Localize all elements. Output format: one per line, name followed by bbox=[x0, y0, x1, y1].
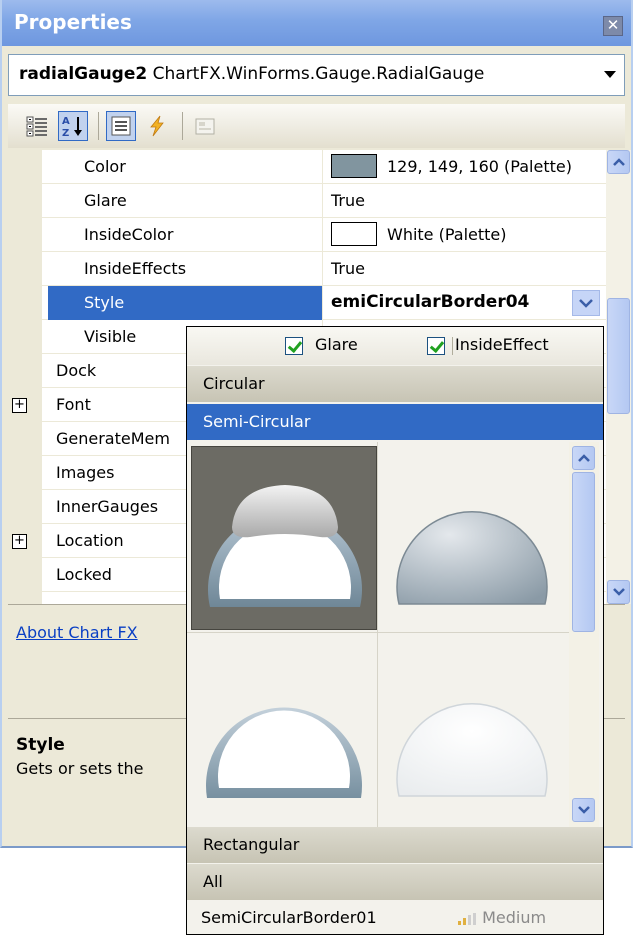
style-gallery bbox=[187, 442, 603, 827]
expand-plus-icon[interactable]: + bbox=[12, 398, 27, 413]
dropdown-chevron-icon[interactable] bbox=[572, 290, 600, 316]
title-bar: Properties ✕ bbox=[2, 0, 631, 46]
object-selector[interactable]: radialGauge2 ChartFX.WinForms.Gauge.Radi… bbox=[8, 54, 625, 96]
gallery-item-plain-white[interactable] bbox=[379, 634, 565, 818]
object-type: ChartFX.WinForms.Gauge.RadialGauge bbox=[152, 64, 485, 84]
property-row-style[interactable]: Style emiCircularBorder04 bbox=[8, 286, 606, 320]
chevron-down-icon[interactable] bbox=[604, 71, 616, 78]
categorized-icon[interactable] bbox=[22, 111, 52, 141]
alphabetical-icon[interactable]: A Z bbox=[58, 111, 88, 141]
category-all[interactable]: All bbox=[187, 864, 603, 900]
svg-text:Z: Z bbox=[62, 128, 69, 138]
property-name: Color bbox=[84, 157, 126, 176]
property-value[interactable]: 129, 149, 160 (Palette) bbox=[322, 150, 606, 184]
gallery-divider bbox=[187, 632, 569, 633]
properties-icon[interactable] bbox=[106, 111, 136, 141]
property-pages-icon[interactable] bbox=[190, 111, 220, 141]
expand-plus-icon[interactable]: + bbox=[12, 534, 27, 549]
category-circular[interactable]: Circular bbox=[187, 366, 603, 402]
selected-item-name: SemiCircularBorder01 bbox=[201, 908, 377, 927]
gallery-item-gray-dome[interactable] bbox=[379, 446, 565, 630]
category-rectangular[interactable]: Rectangular bbox=[187, 827, 603, 863]
options-bar: Glare InsideEffect bbox=[187, 327, 603, 365]
property-name: Glare bbox=[84, 191, 127, 210]
gallery-item-ring-white[interactable] bbox=[191, 634, 377, 818]
insideeffect-checkbox[interactable] bbox=[427, 337, 445, 355]
property-name: InsideEffects bbox=[84, 259, 187, 278]
scroll-down-icon[interactable] bbox=[607, 580, 630, 604]
property-name: InsideColor bbox=[84, 225, 174, 244]
window-title: Properties bbox=[14, 10, 132, 34]
grid-scrollbar[interactable] bbox=[606, 150, 631, 604]
toolbar-separator bbox=[98, 112, 99, 140]
scroll-down-icon[interactable] bbox=[572, 798, 595, 822]
svg-text:A: A bbox=[62, 116, 70, 127]
color-swatch bbox=[331, 154, 377, 178]
about-chartfx-link[interactable]: About Chart FX bbox=[16, 623, 138, 642]
gallery-item-dark-glare[interactable] bbox=[191, 446, 377, 630]
glare-checkbox[interactable] bbox=[285, 337, 303, 355]
scroll-up-icon[interactable] bbox=[572, 446, 595, 470]
style-dropdown[interactable]: Glare InsideEffect Circular Semi-Circula… bbox=[186, 326, 604, 935]
color-swatch bbox=[331, 222, 377, 246]
signal-bars-icon bbox=[458, 912, 476, 925]
gallery-scrollbar[interactable] bbox=[569, 442, 599, 827]
scroll-thumb[interactable] bbox=[607, 298, 630, 414]
property-value[interactable]: True bbox=[322, 252, 606, 286]
glare-label: Glare bbox=[315, 335, 358, 354]
property-value[interactable]: True bbox=[322, 184, 606, 218]
gallery-divider bbox=[377, 442, 378, 827]
close-icon[interactable]: ✕ bbox=[603, 16, 623, 36]
property-value[interactable]: White (Palette) bbox=[322, 218, 606, 252]
property-row-color[interactable]: Color 129, 149, 160 (Palette) bbox=[8, 150, 606, 184]
level-text: Medium bbox=[482, 908, 547, 927]
toolbar-separator bbox=[182, 112, 183, 140]
property-value[interactable]: emiCircularBorder04 bbox=[322, 286, 606, 320]
style-value-text: emiCircularBorder04 bbox=[331, 292, 530, 312]
options-separator bbox=[452, 337, 453, 355]
insideeffect-label: InsideEffect bbox=[455, 335, 549, 354]
events-lightning-icon[interactable] bbox=[142, 111, 172, 141]
scroll-thumb[interactable] bbox=[572, 472, 595, 632]
color-value-text: White (Palette) bbox=[387, 225, 507, 244]
property-row-insidecolor[interactable]: InsideColor White (Palette) bbox=[8, 218, 606, 252]
scroll-up-icon[interactable] bbox=[607, 150, 630, 174]
level-indicator: Medium bbox=[457, 901, 546, 934]
selected-item-info: SemiCircularBorder01 Medium bbox=[187, 901, 603, 934]
property-name: Style bbox=[48, 286, 322, 320]
toolbar: A Z bbox=[8, 104, 625, 148]
object-name: radialGauge2 bbox=[19, 64, 148, 84]
property-row-insideeffects[interactable]: InsideEffects True bbox=[8, 252, 606, 286]
category-semi-circular[interactable]: Semi-Circular bbox=[187, 404, 603, 440]
property-row-glare[interactable]: Glare True bbox=[8, 184, 606, 218]
color-value-text: 129, 149, 160 (Palette) bbox=[387, 157, 572, 176]
